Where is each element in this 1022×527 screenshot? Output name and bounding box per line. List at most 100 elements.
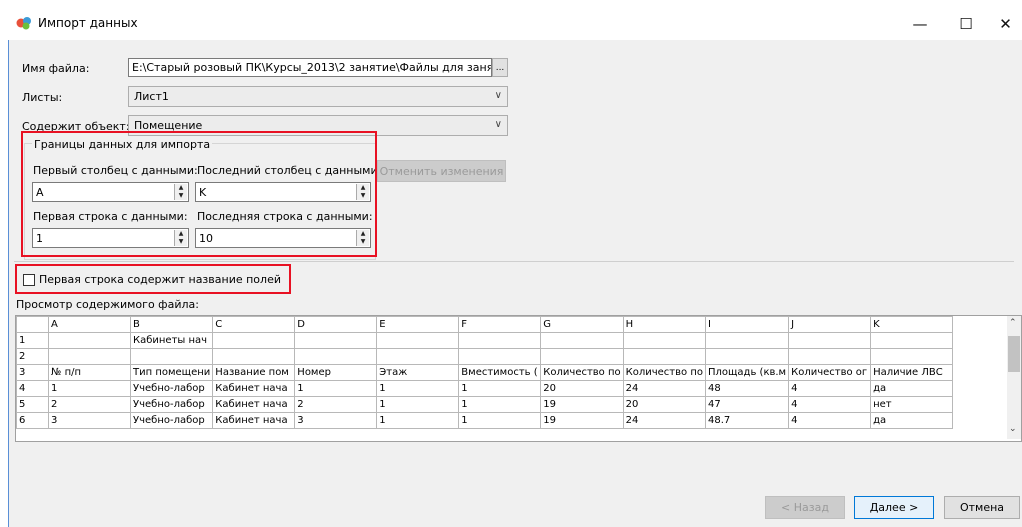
grid-cell[interactable]: Номер: [294, 364, 378, 381]
grid-cell[interactable]: 47: [704, 396, 790, 413]
grid-cell[interactable]: [458, 332, 542, 349]
row-header-cell[interactable]: 3: [16, 364, 49, 381]
cancel-button[interactable]: Отмена: [944, 496, 1020, 519]
grid-cell[interactable]: [212, 332, 296, 349]
grid-cell[interactable]: [540, 332, 624, 349]
grid-cell[interactable]: 24: [622, 412, 706, 429]
row-header-cell[interactable]: 6: [16, 412, 49, 429]
grid-cell[interactable]: 48.7: [704, 412, 790, 429]
scroll-down-icon[interactable]: ⌄: [1009, 424, 1017, 434]
grid-cell[interactable]: Этаж: [376, 364, 460, 381]
column-header-cell[interactable]: C: [212, 316, 296, 333]
grid-cell[interactable]: Наличие ЛВС: [870, 364, 954, 381]
close-button[interactable]: ✕: [989, 9, 1022, 39]
preview-grid[interactable]: A B C D E F G H I J K 1 Кабинеты нач 2 3 № п/п Тип помещ…: [15, 315, 1022, 442]
grid-cell[interactable]: Учебно-лабор: [129, 396, 214, 413]
browse-button[interactable]: ...: [492, 58, 508, 77]
grid-cell[interactable]: 1: [458, 412, 542, 429]
back-button[interactable]: < Назад: [765, 496, 845, 519]
grid-cell[interactable]: 19: [540, 412, 624, 429]
column-header-cell[interactable]: B: [129, 316, 214, 333]
vertical-scrollbar[interactable]: ⌃ ⌄: [1007, 316, 1021, 439]
grid-cell[interactable]: [704, 348, 790, 365]
grid-cell[interactable]: [376, 348, 460, 365]
grid-cell[interactable]: Название пом: [212, 364, 296, 381]
grid-cell[interactable]: [129, 348, 214, 365]
grid-cell[interactable]: Учебно-лабор: [129, 380, 214, 397]
column-header-cell[interactable]: F: [458, 316, 542, 333]
grid-cell[interactable]: [870, 348, 954, 365]
grid-cell[interactable]: 1: [458, 396, 542, 413]
grid-cell[interactable]: 3: [294, 412, 378, 429]
grid-cell[interactable]: 4: [788, 396, 872, 413]
grid-cell[interactable]: [376, 332, 460, 349]
grid-cell[interactable]: Вместимость (: [458, 364, 542, 381]
grid-cell[interactable]: 1: [48, 380, 131, 397]
grid-cell[interactable]: да: [870, 380, 954, 397]
grid-cell[interactable]: 2: [48, 396, 131, 413]
grid-cell[interactable]: 48: [704, 380, 790, 397]
grid-cell[interactable]: Площадь (кв.м: [704, 364, 790, 381]
minimize-button[interactable]: —: [897, 9, 943, 39]
scroll-up-icon[interactable]: ⌃: [1009, 318, 1017, 328]
column-header-cell[interactable]: D: [294, 316, 378, 333]
grid-cell[interactable]: нет: [870, 396, 954, 413]
grid-cell[interactable]: № п/п: [48, 364, 131, 381]
grid-cell[interactable]: 19: [540, 396, 624, 413]
grid-cell[interactable]: 1: [376, 380, 460, 397]
grid-cell[interactable]: [212, 348, 296, 365]
grid-cell[interactable]: [870, 332, 954, 349]
grid-cell[interactable]: 1: [294, 380, 378, 397]
column-header-cell[interactable]: A: [48, 316, 131, 333]
grid-corner-cell[interactable]: [16, 316, 49, 333]
grid-cell[interactable]: 20: [540, 380, 624, 397]
grid-cell[interactable]: 1: [458, 380, 542, 397]
grid-cell[interactable]: Кабинет нача: [212, 412, 296, 429]
next-button[interactable]: Далее >: [854, 496, 934, 519]
grid-cell[interactable]: 1: [376, 412, 460, 429]
row-header-cell[interactable]: 4: [16, 380, 49, 397]
grid-cell[interactable]: [622, 332, 706, 349]
window-title: Импорт данных: [38, 16, 138, 30]
cancel-changes-button[interactable]: Отменить изменения: [377, 160, 506, 182]
row-header-cell[interactable]: 2: [16, 348, 49, 365]
grid-cell[interactable]: [48, 332, 131, 349]
file-path-field[interactable]: E:\Старый розовый ПК\Курсы_2013\2 заняти…: [128, 58, 492, 77]
column-header-cell[interactable]: G: [540, 316, 624, 333]
column-header-cell[interactable]: E: [376, 316, 460, 333]
column-header-cell[interactable]: J: [788, 316, 872, 333]
grid-cell[interactable]: [540, 348, 624, 365]
grid-cell[interactable]: Кабинет нача: [212, 396, 296, 413]
grid-cell[interactable]: Количество ог: [788, 364, 872, 381]
maximize-button[interactable]: ☐: [943, 9, 989, 39]
grid-cell[interactable]: 1: [376, 396, 460, 413]
grid-cell[interactable]: [622, 348, 706, 365]
grid-cell[interactable]: [704, 332, 790, 349]
grid-cell[interactable]: Количество по: [540, 364, 624, 381]
sheets-select[interactable]: Лист1 ∨: [128, 86, 508, 107]
grid-cell[interactable]: [294, 332, 378, 349]
scrollbar-thumb[interactable]: [1008, 336, 1020, 372]
grid-cell[interactable]: [788, 348, 872, 365]
grid-cell[interactable]: Кабинеты нач: [129, 332, 214, 349]
grid-cell[interactable]: [294, 348, 378, 365]
grid-cell[interactable]: Учебно-лабор: [129, 412, 214, 429]
row-header-cell[interactable]: 5: [16, 396, 49, 413]
grid-cell[interactable]: 2: [294, 396, 378, 413]
grid-cell[interactable]: 4: [788, 412, 872, 429]
grid-cell[interactable]: 24: [622, 380, 706, 397]
column-header-cell[interactable]: I: [704, 316, 790, 333]
grid-cell[interactable]: Количество по: [622, 364, 706, 381]
grid-cell[interactable]: Кабинет нача: [212, 380, 296, 397]
grid-cell[interactable]: 20: [622, 396, 706, 413]
column-header-cell[interactable]: H: [622, 316, 706, 333]
column-header-cell[interactable]: K: [870, 316, 954, 333]
grid-cell[interactable]: 3: [48, 412, 131, 429]
grid-cell[interactable]: [48, 348, 131, 365]
grid-cell[interactable]: Тип помещени: [129, 364, 214, 381]
grid-cell[interactable]: 4: [788, 380, 872, 397]
grid-cell[interactable]: [788, 332, 872, 349]
grid-cell[interactable]: да: [870, 412, 954, 429]
grid-cell[interactable]: [458, 348, 542, 365]
row-header-cell[interactable]: 1: [16, 332, 49, 349]
